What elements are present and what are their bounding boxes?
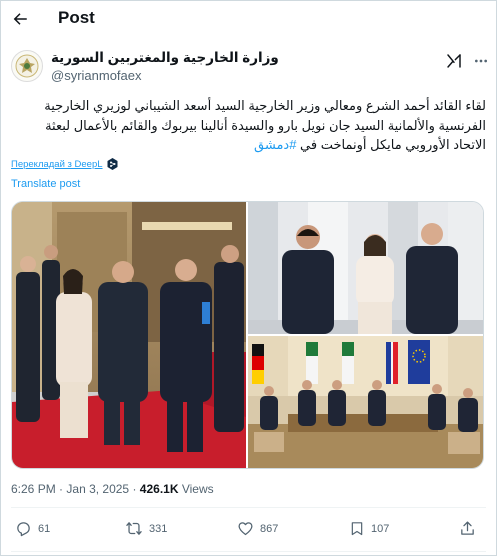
post-date[interactable]: Jan 3, 2025 — [66, 482, 129, 496]
photo-meeting-room[interactable] — [248, 336, 483, 468]
divider-top — [11, 507, 486, 508]
avatar[interactable] — [11, 50, 43, 82]
grok-button[interactable] — [443, 50, 465, 72]
reply-icon — [17, 522, 30, 537]
more-button[interactable] — [471, 50, 491, 72]
like-button[interactable]: 867 — [237, 520, 278, 537]
reply-button[interactable]: 61 — [15, 520, 50, 537]
page-title: Post — [58, 8, 95, 27]
repost-icon — [126, 522, 142, 535]
author-name[interactable]: وزارة الخارجية والمغتربين السورية — [51, 50, 279, 66]
repost-count: 331 — [149, 522, 168, 535]
views-label: Views — [181, 482, 214, 496]
deepl-translate-label: Перекладай з DeepL — [11, 158, 103, 170]
divider-bottom — [11, 551, 486, 552]
top-bar: Post — [1, 1, 497, 37]
meta-separator: · — [59, 482, 64, 496]
deepl-translate-link[interactable]: Перекладай з DeepL — [11, 158, 118, 170]
bookmark-icon — [351, 522, 363, 536]
bookmark-count: 107 — [371, 522, 390, 535]
photo-standing-officials[interactable] — [248, 202, 483, 334]
share-button[interactable] — [459, 520, 476, 537]
hashtag-link[interactable]: #دمشق — [254, 137, 296, 152]
back-button[interactable] — [10, 9, 30, 29]
repost-button[interactable]: 331 — [125, 520, 167, 537]
grok-icon — [447, 54, 461, 68]
share-icon — [461, 521, 474, 535]
arrow-left-icon — [13, 13, 27, 25]
reply-count: 61 — [38, 522, 51, 535]
post-meta: 6:26 PM · Jan 3, 2025 · 426.1K Views — [11, 481, 214, 497]
post-text: لقاء القائد أحمد الشرع ومعالي وزير الخار… — [11, 96, 486, 155]
author-handle[interactable]: @syrianmofaex — [51, 68, 142, 84]
translate-post-link[interactable]: Translate post — [11, 178, 80, 190]
post-time[interactable]: 6:26 PM — [11, 482, 56, 496]
action-bar: 61 331 867 107 — [11, 517, 486, 543]
like-count: 867 — [260, 522, 279, 535]
meta-separator-2: · — [132, 482, 137, 496]
emblem-icon — [15, 54, 39, 78]
media-grid — [11, 201, 484, 469]
more-icon — [475, 59, 487, 63]
views-count: 426.1K — [139, 482, 179, 496]
deepl-icon — [107, 158, 118, 170]
author-row: وزارة الخارجية والمغتربين السورية @syria… — [11, 46, 488, 90]
bookmark-button[interactable]: 107 — [349, 520, 389, 537]
post-page: Post وزارة الخارجية والمغتربين السورية @… — [0, 0, 497, 556]
heart-icon — [238, 522, 253, 536]
photo-walking-delegation[interactable] — [12, 202, 246, 468]
